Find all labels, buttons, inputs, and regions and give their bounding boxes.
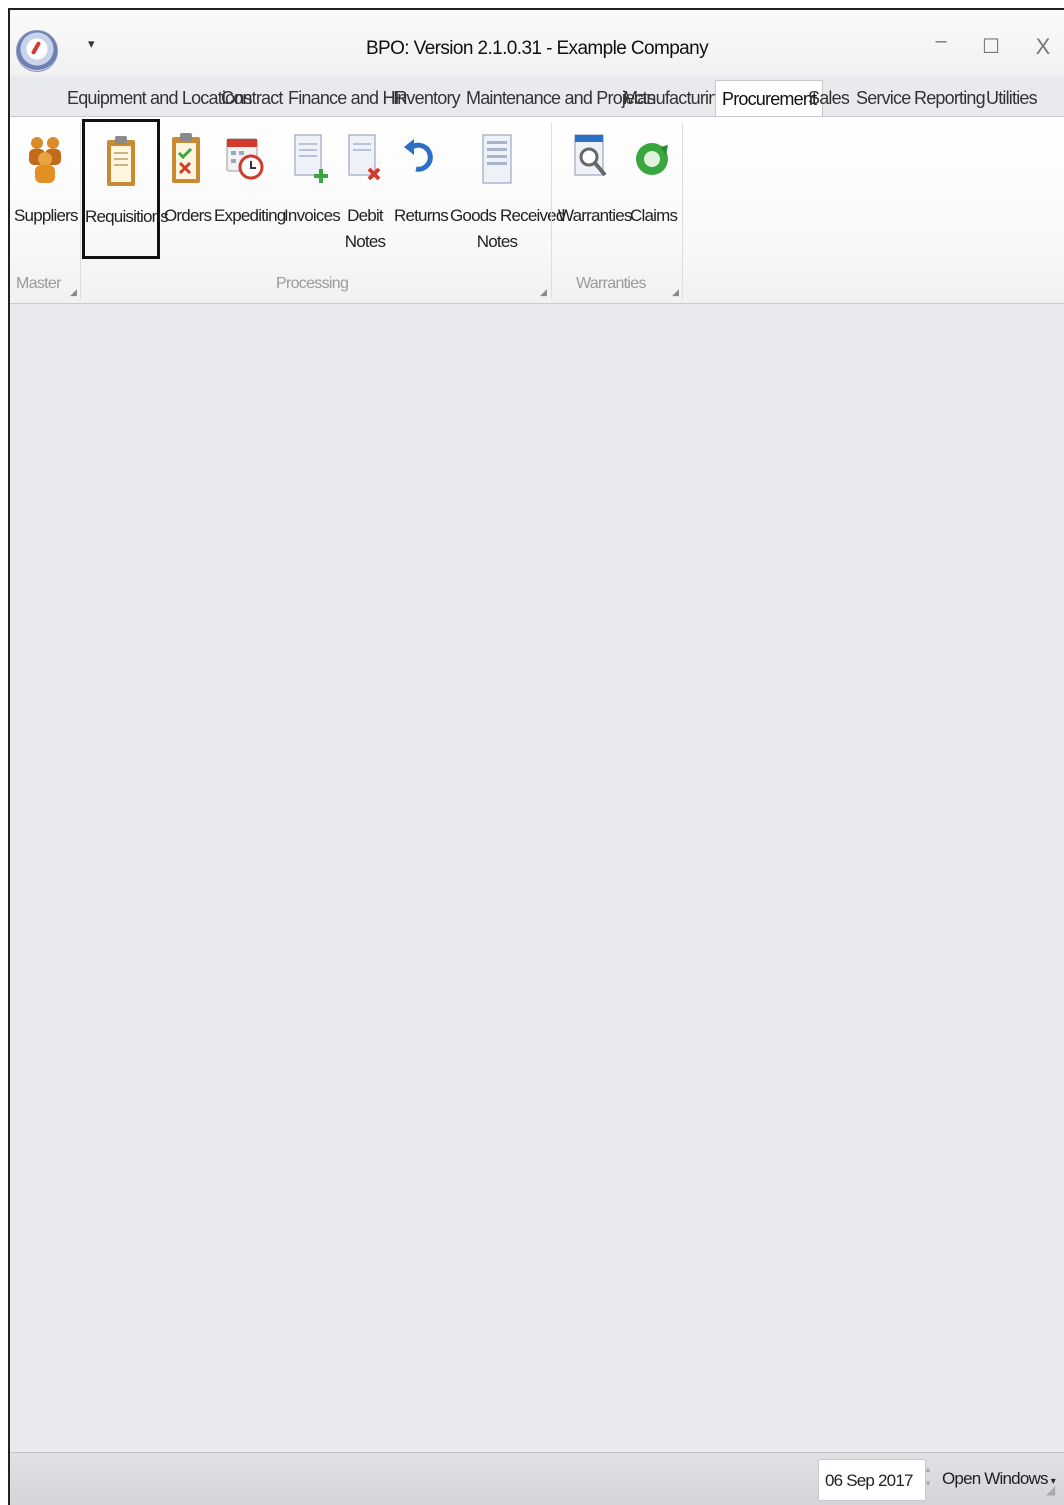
ribbon-tabs: Equipment and Locations Contract Finance… [10,80,1064,118]
tab-finance-and-hr[interactable]: Finance and HR [288,80,408,116]
clipboard-check-icon [172,133,200,183]
app-window: ▾ BPO: Version 2.1.0.31 - Example Compan… [8,8,1064,1505]
group-label-warranties: Warranties [576,275,646,292]
warranties-button[interactable]: Warranties [558,117,632,277]
tab-sales[interactable]: Sales [808,80,850,116]
tab-procurement[interactable]: Procurement [715,80,824,118]
requisitions-label: Requisitions [85,207,169,226]
document-icon [482,134,512,184]
close-button[interactable]: X [1028,34,1058,60]
title-bar: ▾ BPO: Version 2.1.0.31 - Example Compan… [10,10,1064,76]
open-windows-label: Open Windows [942,1469,1048,1488]
tab-reporting[interactable]: Reporting [914,80,986,116]
people-group-icon [29,137,61,183]
orders-button[interactable]: Orders [164,117,212,277]
calendar-clock-icon [226,138,264,180]
claims-label: Claims [630,206,678,225]
claims-button[interactable]: Claims [630,117,678,277]
window-title: BPO: Version 2.1.0.31 - Example Company [365,38,709,59]
orders-label: Orders [164,206,212,225]
minimize-button[interactable]: – [926,30,956,53]
debit-notes-label: Debit Notes [344,203,386,255]
document-magnifier-icon [574,134,607,177]
date-spinner-icon[interactable]: ▲ ▼ [922,1463,934,1491]
master-group-launcher-icon[interactable]: ◢ [70,287,77,298]
suppliers-label: Suppliers [14,206,78,225]
tab-service[interactable]: Service [856,80,911,116]
refresh-icon [636,143,668,175]
group-label-master: Master [16,275,61,292]
expediting-label: Expediting [214,206,286,225]
expediting-button[interactable]: Expediting [214,117,286,277]
invoices-button[interactable]: Invoices [284,117,341,277]
resize-grip-icon[interactable]: ◢ [1046,1483,1055,1497]
tab-contract[interactable]: Contract [221,80,283,116]
debit-notes-label-line2: Notes [344,232,386,251]
main-workspace [10,304,1064,1452]
group-separator [682,123,683,299]
debit-notes-label-line1: Debit [347,206,383,225]
clipboard-icon [107,136,135,186]
group-separator [80,123,81,299]
ribbon-panel: Suppliers Requisitions Orders Expediting… [10,116,1064,305]
debit-notes-button[interactable]: Debit Notes [344,117,386,277]
document-delete-icon [348,134,381,181]
returns-label: Returns [394,206,449,225]
maximize-button[interactable]: ☐ [976,34,1006,59]
return-arrow-icon [404,139,433,172]
invoices-label: Invoices [284,206,341,225]
warranties-group-launcher-icon[interactable]: ◢ [672,287,679,298]
suppliers-button[interactable]: Suppliers [14,117,78,277]
goods-received-notes-button[interactable]: Goods Received Notes [450,117,565,277]
tab-utilities[interactable]: Utilities [986,80,1038,116]
open-windows-button[interactable]: Open Windows ▾ [942,1469,1056,1489]
returns-button[interactable]: Returns [394,117,449,277]
status-bar: 06 Sep 2017 ▲ ▼ Open Windows ▾ ◢ [10,1452,1064,1505]
goods-received-notes-line1: Goods Received [450,206,565,225]
group-separator [551,123,552,299]
document-add-icon [294,134,328,183]
warranties-label: Warranties [558,206,632,225]
date-field[interactable]: 06 Sep 2017 [818,1459,926,1501]
goods-received-notes-line2: Notes [476,232,518,251]
group-label-processing: Processing [276,275,349,292]
requisitions-button[interactable]: Requisitions [82,119,169,259]
goods-received-notes-label: Goods Received Notes [450,203,565,255]
date-value: 06 Sep 2017 [825,1471,913,1490]
tab-inventory[interactable]: Inventory [393,80,461,116]
processing-group-launcher-icon[interactable]: ◢ [540,287,547,298]
tab-manufacturing[interactable]: Manufacturing [623,80,727,116]
